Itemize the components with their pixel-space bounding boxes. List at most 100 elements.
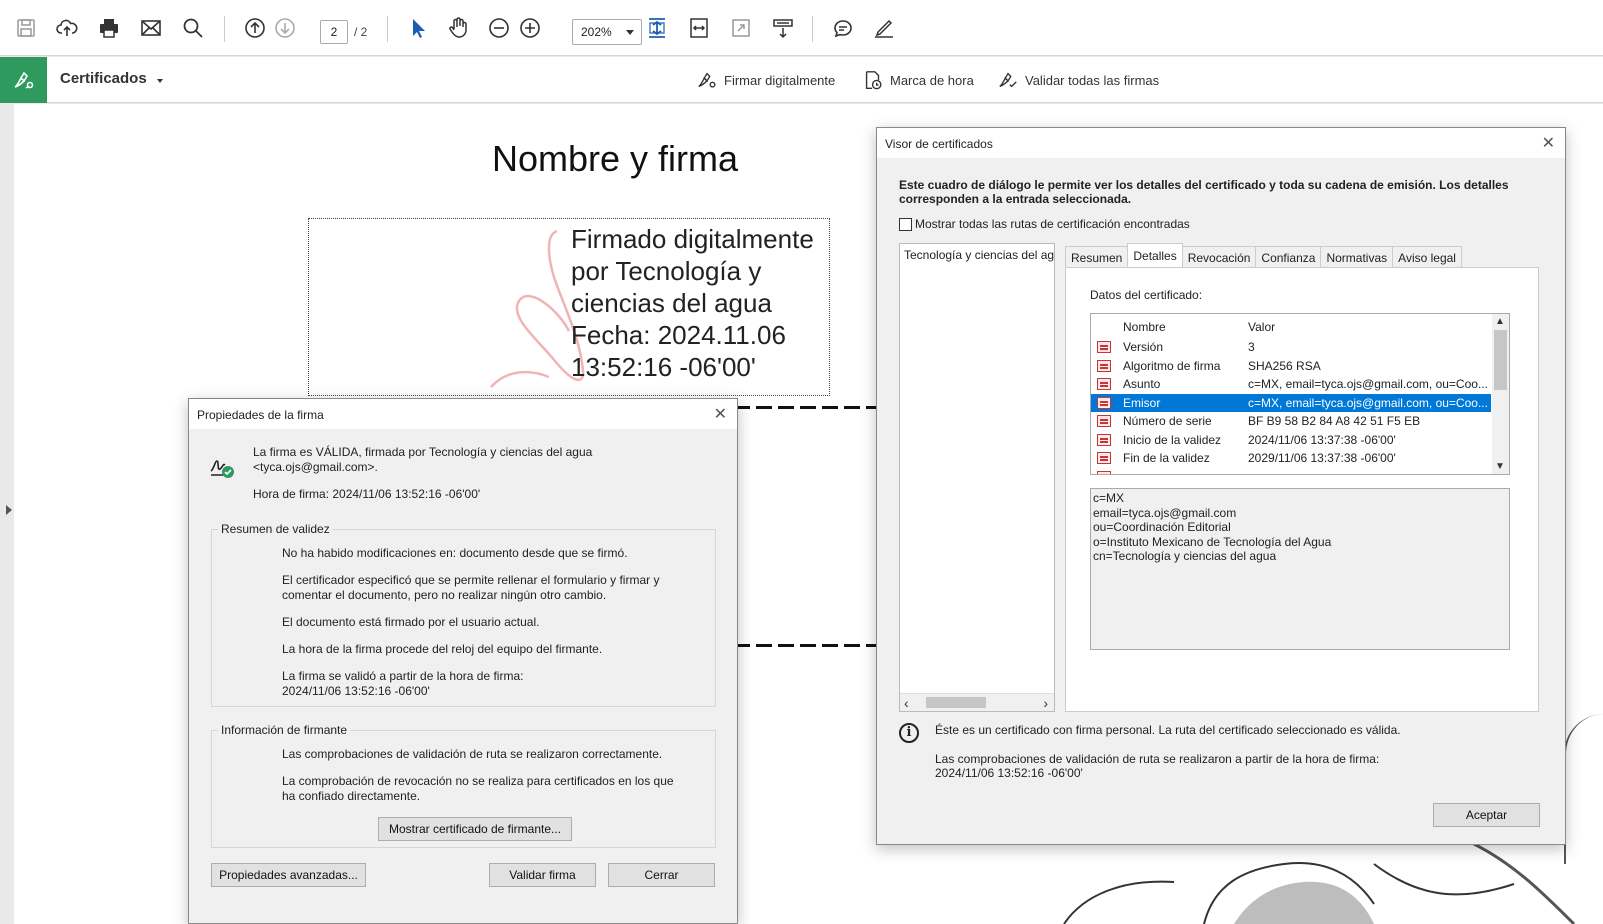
chevron-up-icon[interactable]: ▲ [1495,316,1505,327]
dialog-title: Visor de certificados [885,137,993,151]
certificate-viewer-dialog: Visor de certificados ✕ Este cuadro de d… [876,127,1566,845]
chevron-down-icon[interactable]: ▼ [1495,461,1505,472]
scrollbar-thumb[interactable] [926,697,986,708]
fullscreen-icon[interactable] [727,14,755,42]
table-row[interactable]: Algoritmo de firma SHA256 RSA [1091,357,1491,375]
save-icon[interactable] [12,14,40,42]
certificate-field-icon [1097,415,1111,427]
tab-confianza[interactable]: Confianza [1255,246,1322,268]
tab-normativas[interactable]: Normativas [1320,246,1394,268]
details-tab-panel: Datos del certificado: Nombre Valor Vers… [1065,267,1539,712]
certificate-field-icon [1097,359,1111,372]
print-icon[interactable] [95,14,123,42]
certificate-data-label: Datos del certificado: [1090,288,1203,302]
field-name: Versión [1123,340,1164,354]
certificates-tool-icon[interactable] [0,57,47,103]
table-row[interactable]: Fin de la validez 2029/11/06 13:37:38 -06… [1091,449,1491,467]
zoom-out-icon[interactable] [485,14,513,42]
horizontal-scrollbar[interactable]: ‹ › [900,693,1054,711]
tab-detalles[interactable]: Detalles [1127,243,1183,267]
chevron-right-icon[interactable]: › [1043,694,1048,712]
zoom-in-icon[interactable] [516,14,544,42]
sign-digitally-button[interactable]: Firmar digitalmente [696,69,835,91]
timestamp-button[interactable]: Marca de hora [862,69,974,91]
table-row[interactable]: Asunto c=MX, email=tyca.ojs@gmail.com, ou… [1091,375,1491,393]
show-signer-certificate-button[interactable]: Mostrar certificado de firmante... [378,817,572,841]
field-detail-box[interactable]: c=MX email=tyca.ojs@gmail.com ou=Coordin… [1090,488,1510,650]
certificate-field-icon [1097,378,1111,390]
table-row-partial[interactable] [1091,468,1491,474]
signature-status: La firma es VÁLIDA, firmada por Tecnolog… [253,445,593,474]
page-number-input[interactable]: 2 [320,20,348,44]
signature-line: por Tecnología y [571,256,762,286]
close-icon[interactable]: ✕ [714,404,727,424]
checkbox-box[interactable] [899,217,912,231]
upload-icon[interactable] [53,14,81,42]
sign-digitally-icon [698,72,716,88]
signature-properties-dialog: Propiedades de la firma ✕ La firma es VÁ… [188,398,738,924]
show-all-paths-checkbox[interactable]: Mostrar todas las rutas de certificación… [899,217,1190,231]
signature-field[interactable]: Firmado digitalmente por Tecnología y ci… [308,218,830,396]
fit-width-icon[interactable] [685,14,713,42]
sign-pen-icon[interactable] [870,14,898,42]
fit-page-icon[interactable] [643,14,671,42]
detail-line: ou=Coordinación Editorial [1093,520,1231,534]
validate-signatures-icon [999,72,1017,88]
zoom-select[interactable]: 202% [572,19,642,45]
chevron-down-icon[interactable] [157,79,163,83]
validity-summary-group: Resumen de validez No ha habido modifica… [211,522,716,707]
summary-line: La hora de la firma procede del reloj de… [282,642,603,656]
chevron-left-icon[interactable]: ‹ [904,694,909,712]
advanced-properties-button[interactable]: Propiedades avanzadas... [211,863,366,887]
signer-info-group: Información de firmante Las comprobacion… [211,723,716,848]
tab-revocacion[interactable]: Revocación [1181,246,1257,268]
comment-icon[interactable] [829,14,857,42]
page-down-icon[interactable] [271,14,299,42]
group-label: Información de firmante [218,723,351,737]
hand-tool-icon[interactable] [444,14,472,42]
search-icon[interactable] [179,14,207,42]
validate-signature-button[interactable]: Validar firma [489,863,596,887]
signer-line: La comprobación de revocación no se real… [282,774,674,803]
table-row[interactable]: Inicio de la validez 2024/11/06 13:37:38 … [1091,431,1491,449]
close-button[interactable]: Cerrar [608,863,715,887]
divider-line [734,644,879,647]
table-row[interactable]: Versión 3 [1091,338,1491,356]
vertical-scrollbar[interactable]: ▲ ▼ [1492,314,1509,474]
close-icon[interactable]: ✕ [1542,133,1555,153]
detail-line: c=MX [1093,491,1125,505]
status-line: Las comprobaciones de validación de ruta… [935,752,1380,780]
tab-bar: Resumen Detalles Revocación Confianza No… [1065,243,1462,268]
mail-icon[interactable] [137,14,165,42]
column-header-name[interactable]: Nombre [1123,320,1166,334]
main-toolbar: 2 / 2 202% [0,0,1603,56]
table-row[interactable]: Número de serie BF B9 58 B2 84 A8 42 51 F… [1091,412,1491,430]
tab-resumen[interactable]: Resumen [1065,246,1129,268]
tool-title[interactable]: Certificados [60,70,147,87]
read-mode-icon[interactable] [769,14,797,42]
certificate-chain-list[interactable]: Tecnología y ciencias del agu ‹ › [899,243,1055,712]
decorative-curve [1564,714,1603,864]
validate-all-button[interactable]: Validar todas las firmas [997,69,1159,91]
field-value: 2024/11/06 13:37:38 -06'00' [1248,432,1396,447]
field-name: Inicio de la validez [1123,432,1222,447]
timestamp-label: Marca de hora [890,72,974,88]
summary-line: El certificador especificó que se permit… [282,573,660,602]
scrollbar-thumb[interactable] [1494,330,1507,390]
divider-line [734,406,879,409]
validate-all-label: Validar todas las firmas [1025,72,1160,88]
column-header-value[interactable]: Valor [1248,320,1275,334]
tab-aviso-legal[interactable]: Aviso legal [1392,246,1462,268]
select-arrow-icon[interactable] [404,14,432,42]
certificates-toolbar: Certificados Firmar digitalmente Marca d… [0,57,1603,103]
chain-item[interactable]: Tecnología y ciencias del agu [904,248,1054,262]
table-row-selected[interactable]: Emisor c=MX, email=tyca.ojs@gmail.com, ou… [1091,393,1491,412]
summary-line: El documento está firmado por el usuario… [282,615,540,629]
certificate-field-icon [1097,396,1111,409]
expand-panel-icon[interactable] [6,505,12,515]
accept-button[interactable]: Aceptar [1433,803,1540,827]
field-name: Algoritmo de firma [1123,358,1221,373]
certificate-fields-table[interactable]: Nombre Valor Versión 3 Algoritmo de firma… [1090,313,1510,475]
page-up-icon[interactable] [241,14,269,42]
certificate-field-icon [1097,452,1111,464]
